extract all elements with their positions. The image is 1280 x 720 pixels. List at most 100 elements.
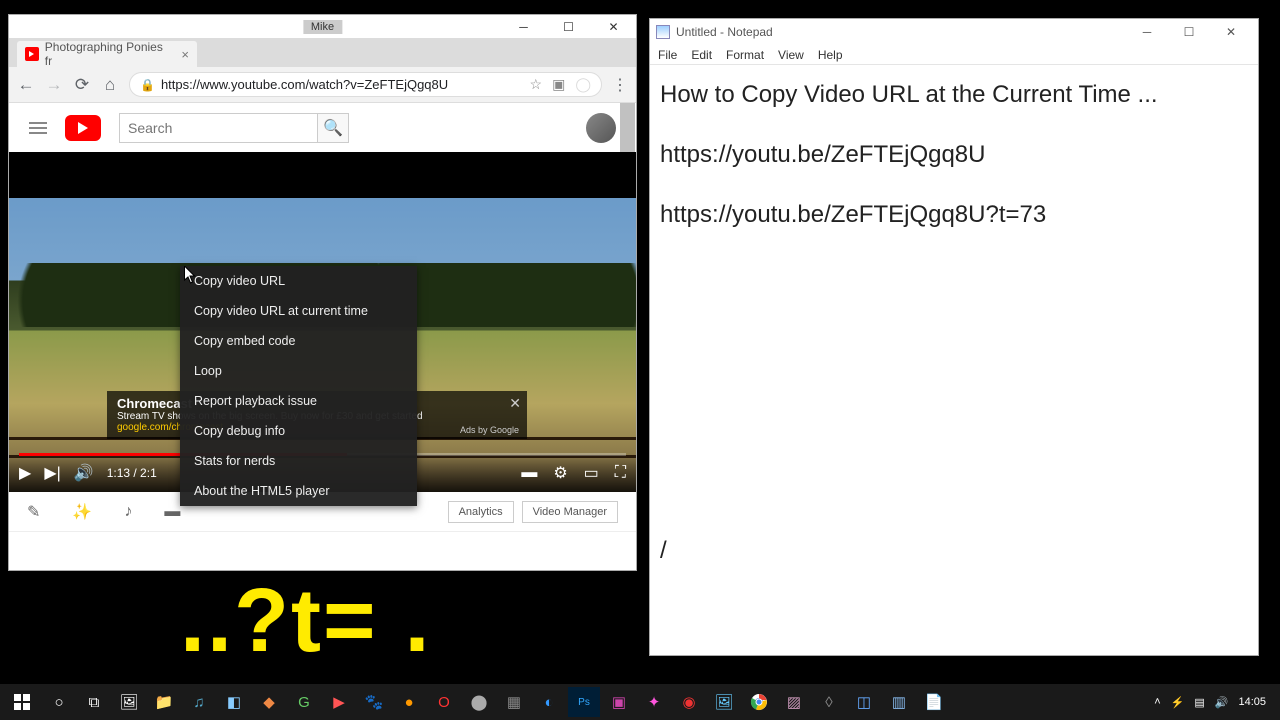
np-line: How to Copy Video URL at the Current Tim… xyxy=(660,77,1248,113)
video-context-menu: Copy video URL Copy video URL at current… xyxy=(180,266,417,506)
tb-app-icon[interactable]: ▥ xyxy=(883,687,915,717)
tb-photoshop-icon[interactable]: Ps xyxy=(568,687,600,717)
ctx-copy-embed[interactable]: Copy embed code xyxy=(180,326,417,356)
tb-chrome-icon[interactable] xyxy=(743,687,775,717)
minimize-button[interactable]: ─ xyxy=(501,16,546,38)
fullscreen-icon[interactable]: ⛶ xyxy=(615,464,626,482)
tab-title: Photographing Ponies fr xyxy=(45,40,172,68)
ext-icon[interactable]: ◯ xyxy=(575,76,591,93)
ctx-copy-url[interactable]: Copy video URL xyxy=(180,266,417,296)
np-line: https://youtu.be/ZeFTEjQgq8U xyxy=(660,137,1248,173)
youtube-logo[interactable] xyxy=(65,115,101,141)
ad-attribution: Ads by Google xyxy=(460,425,519,435)
notepad-icon xyxy=(656,25,670,39)
tb-app-icon[interactable]: ✦ xyxy=(638,687,670,717)
ctx-copy-url-time[interactable]: Copy video URL at current time xyxy=(180,296,417,326)
play-button[interactable]: ▶ xyxy=(19,463,31,483)
next-button[interactable]: ▶| xyxy=(44,463,60,483)
tb-app-icon[interactable]: ◆ xyxy=(253,687,285,717)
tb-app-icon[interactable]: ◫ xyxy=(848,687,880,717)
youtube-header: 🔍 xyxy=(9,103,636,152)
audio-icon[interactable]: ♪ xyxy=(124,503,132,521)
youtube-favicon xyxy=(25,47,39,61)
back-button[interactable]: ← xyxy=(17,76,35,94)
task-view-icon[interactable]: ⧉ xyxy=(78,687,110,717)
edit-icon[interactable]: ✎ xyxy=(27,502,40,522)
chrome-menu-icon[interactable]: ⋮ xyxy=(612,75,628,95)
menu-help[interactable]: Help xyxy=(818,48,843,62)
tb-app-icon[interactable]: ◧ xyxy=(218,687,250,717)
menu-edit[interactable]: Edit xyxy=(691,48,712,62)
notepad-window: Untitled - Notepad ─ ☐ ✕ File Edit Forma… xyxy=(649,18,1259,656)
menu-file[interactable]: File xyxy=(658,48,677,62)
volume-icon[interactable]: 🔊 xyxy=(74,463,94,483)
tb-app-icon[interactable]: ▣ xyxy=(603,687,635,717)
menu-format[interactable]: Format xyxy=(726,48,764,62)
ctx-stats[interactable]: Stats for nerds xyxy=(180,446,417,476)
ctx-loop[interactable]: Loop xyxy=(180,356,417,386)
star-icon[interactable]: ☆ xyxy=(530,76,543,93)
network-icon[interactable]: ▤ xyxy=(1194,696,1204,709)
theater-icon[interactable]: ▭ xyxy=(584,463,599,483)
tb-app-icon[interactable]: G xyxy=(288,687,320,717)
url-box[interactable]: 🔒 https://www.youtube.com/watch?v=ZeFTEj… xyxy=(129,72,602,97)
analytics-button[interactable]: Analytics xyxy=(448,501,514,523)
clock[interactable]: 14:05 xyxy=(1238,696,1266,708)
search-input[interactable] xyxy=(120,114,317,142)
notepad-title: Untitled - Notepad xyxy=(676,25,773,39)
reload-button[interactable]: ⟳ xyxy=(73,76,91,94)
forward-button[interactable]: → xyxy=(45,76,63,94)
enhance-icon[interactable]: ✨ xyxy=(72,502,92,522)
lock-icon: 🔒 xyxy=(140,78,155,92)
hamburger-icon[interactable] xyxy=(29,122,47,134)
tb-app-icon[interactable]: ◐ xyxy=(533,687,565,717)
search-box: 🔍 xyxy=(119,113,349,143)
tb-app-icon[interactable]: ▦ xyxy=(498,687,530,717)
ctx-report[interactable]: Report playback issue xyxy=(180,386,417,416)
tb-app-icon[interactable]: 🖼 xyxy=(113,687,145,717)
tb-explorer-icon[interactable]: 📁 xyxy=(148,687,180,717)
cards-icon[interactable]: ▬ xyxy=(164,503,180,521)
subtitles-icon[interactable]: ▬ xyxy=(521,464,537,482)
tray-chevron-icon[interactable]: ˄ xyxy=(1154,696,1160,708)
volume-tray-icon[interactable]: 🔊 xyxy=(1215,696,1229,709)
ctx-debug[interactable]: Copy debug info xyxy=(180,416,417,446)
mouse-cursor xyxy=(184,266,197,284)
cortana-icon[interactable]: ○ xyxy=(43,687,75,717)
ad-close-icon[interactable]: ✕ xyxy=(509,395,521,412)
ctx-about[interactable]: About the HTML5 player xyxy=(180,476,417,506)
start-button[interactable] xyxy=(4,687,40,717)
browser-tab[interactable]: Photographing Ponies fr × xyxy=(17,41,197,67)
tb-app-icon[interactable]: ◉ xyxy=(673,687,705,717)
menu-view[interactable]: View xyxy=(778,48,804,62)
tb-app-icon[interactable]: ▶ xyxy=(323,687,355,717)
tb-notepad-icon[interactable]: 📄 xyxy=(918,687,950,717)
tab-close-icon[interactable]: × xyxy=(181,47,189,62)
tb-music-icon[interactable]: ♫ xyxy=(183,687,215,717)
user-avatar[interactable] xyxy=(586,113,616,143)
tb-app-icon[interactable]: ⬤ xyxy=(463,687,495,717)
np-close-button[interactable]: ✕ xyxy=(1210,20,1252,44)
np-minimize-button[interactable]: ─ xyxy=(1126,20,1168,44)
time-display: 1:13 / 2:1 xyxy=(107,466,157,480)
np-maximize-button[interactable]: ☐ xyxy=(1168,20,1210,44)
tb-app-icon[interactable]: 🐾 xyxy=(358,687,390,717)
wifi-icon[interactable]: ⚡ xyxy=(1171,696,1185,709)
tb-app-icon[interactable]: ● xyxy=(393,687,425,717)
search-button[interactable]: 🔍 xyxy=(317,114,348,142)
url-text: https://www.youtube.com/watch?v=ZeFTEjQg… xyxy=(161,77,524,92)
cast-icon[interactable]: ▣ xyxy=(552,76,565,93)
tb-photos-icon[interactable]: 🖼 xyxy=(708,687,740,717)
video-manager-button[interactable]: Video Manager xyxy=(522,501,618,523)
home-button[interactable]: ⌂ xyxy=(101,76,119,94)
tb-opera-icon[interactable]: O xyxy=(428,687,460,717)
settings-icon[interactable]: ⚙ xyxy=(553,463,567,483)
notepad-text-area[interactable]: How to Copy Video URL at the Current Tim… xyxy=(650,65,1258,605)
maximize-button[interactable]: ☐ xyxy=(546,16,591,38)
notepad-menu: File Edit Format View Help xyxy=(650,45,1258,65)
system-tray: ˄ ⚡ ▤ 🔊 14:05 xyxy=(1154,696,1276,709)
tb-app-icon[interactable]: ◊ xyxy=(813,687,845,717)
tab-strip: Photographing Ponies fr × xyxy=(9,38,636,67)
tb-app-icon[interactable]: ▨ xyxy=(778,687,810,717)
close-button[interactable]: ✕ xyxy=(591,16,636,38)
